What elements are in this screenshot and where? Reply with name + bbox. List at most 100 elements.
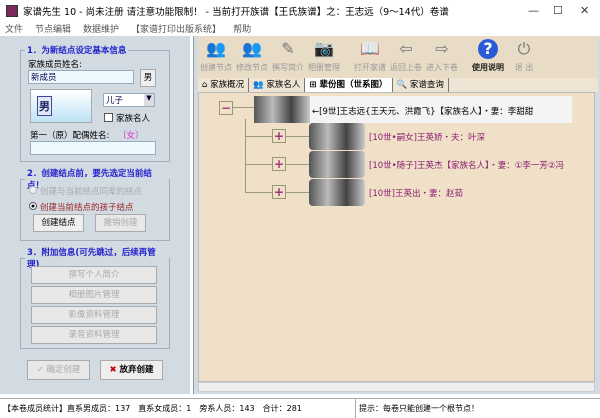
gender-button[interactable]: 男 bbox=[140, 69, 156, 87]
child-radio-label: 创建当前结点的孩子结点 bbox=[40, 203, 134, 213]
member-photo[interactable] bbox=[309, 123, 365, 150]
search-icon: 🔍 bbox=[396, 80, 408, 90]
app-icon bbox=[6, 5, 18, 17]
x-icon: ✖ bbox=[109, 365, 117, 375]
title-bar: 家谱先生 10 - 尚未注册 请注意功能限制！ - 当前打开族谱【王氏族谱】之：… bbox=[0, 0, 600, 22]
tab-3[interactable]: 🔍 家谱查询 bbox=[393, 78, 449, 92]
tab-label: 辈份图（世系图） bbox=[319, 80, 388, 90]
member-photo[interactable] bbox=[309, 151, 365, 178]
toolbar-label: 打开家谱 bbox=[354, 63, 386, 72]
toolbar-label: 返回上卷 bbox=[390, 63, 422, 72]
collapse-button[interactable]: − bbox=[219, 101, 233, 115]
child-node[interactable]: [10世•嗣女]王英娇・夫：叶深 bbox=[369, 131, 485, 143]
arrow-right-icon: ⇨ bbox=[435, 39, 449, 58]
child-node[interactable]: [10世•随子]王英杰【家族名人】・妻：①李一芳②冯 bbox=[369, 159, 564, 171]
people-icon: 👥 bbox=[253, 80, 264, 90]
close-button[interactable]: ✕ bbox=[580, 4, 589, 17]
spouse-input[interactable] bbox=[30, 141, 156, 155]
root-node[interactable]: ←[9世]王志远{王天元、洪霞飞}【家族名人】・妻：李甜甜 bbox=[312, 105, 533, 117]
video-button[interactable]: 影像资料管理 bbox=[31, 306, 157, 324]
audio-button[interactable]: 录音资料管理 bbox=[31, 326, 157, 344]
confirm-create-button[interactable]: ✓ 确定创建 bbox=[27, 360, 90, 380]
expand-button[interactable]: + bbox=[272, 157, 286, 171]
tab-label: 家族名人 bbox=[266, 80, 301, 90]
spouse-gender: 〔女〕 bbox=[118, 131, 144, 141]
member-stats: 【本卷成员统计】直系男成员：137 直系女成员：1 旁系人员：143 合计：28… bbox=[3, 404, 302, 413]
child-radio[interactable] bbox=[29, 202, 37, 210]
status-bar: 【本卷成员统计】直系男成员：137 直系女成员：1 旁系人员：143 合计：28… bbox=[0, 398, 600, 418]
expand-button[interactable]: + bbox=[272, 129, 286, 143]
arrow-left-icon: ⇦ bbox=[399, 39, 413, 58]
check-icon: ✓ bbox=[36, 365, 44, 375]
sibling-radio[interactable] bbox=[29, 186, 37, 194]
group-legend: 1．为新结点设定基本信息 bbox=[27, 46, 127, 56]
toolbar-label: 退 出 bbox=[514, 63, 534, 72]
relation-select[interactable]: 儿子 ▼ bbox=[103, 93, 155, 107]
tab-bar: ⌂ 家族概况 👥 家族名人 ⊞ 辈份图（世系图） 🔍 家谱查询 bbox=[198, 78, 598, 92]
toolbar-button-6[interactable]: ⇨ 进入下卷 bbox=[424, 36, 460, 78]
undo-create-button[interactable]: 撤销创建 bbox=[95, 214, 146, 232]
toolbar-button-5[interactable]: ⇦ 返回上卷 bbox=[388, 36, 424, 78]
menu-node-edit[interactable]: 节点编辑 bbox=[35, 22, 71, 36]
menu-file[interactable]: 文件 bbox=[5, 22, 23, 36]
connector bbox=[245, 119, 246, 193]
famous-checkbox[interactable] bbox=[104, 113, 113, 122]
menu-bar: 文件 节点编辑 数据维护 【家谱打印出版系统】 帮助 bbox=[0, 22, 600, 36]
left-panel: 1．为新结点设定基本信息 家族成员姓名: 新成员 男 男 儿子 ▼ 家族名人 第一… bbox=[0, 36, 190, 394]
tab-2[interactable]: ⊞ 辈份图（世系图） bbox=[305, 78, 393, 92]
toolbar-label: 撰写简介 bbox=[272, 63, 304, 72]
tab-label: 家族概况 bbox=[210, 80, 245, 90]
root-photo[interactable] bbox=[254, 96, 310, 123]
camera-icon: 📷 bbox=[314, 39, 334, 58]
tree-icon: ⊞ bbox=[309, 80, 317, 90]
toolbar-label: 相册管理 bbox=[308, 63, 340, 72]
maximize-button[interactable]: ☐ bbox=[553, 4, 563, 17]
help-icon: ? bbox=[478, 39, 498, 59]
tab-label: 家谱查询 bbox=[409, 80, 444, 90]
toolbar-button-8[interactable]: ⏻ 退 出 bbox=[506, 36, 542, 78]
famous-label: 家族名人 bbox=[116, 114, 151, 124]
expand-button[interactable]: + bbox=[272, 185, 286, 199]
horizontal-scrollbar[interactable] bbox=[198, 382, 595, 392]
toolbar-button-2[interactable]: ✎ 撰写简介 bbox=[270, 36, 306, 78]
toolbar-button-3[interactable]: 📷 相册管理 bbox=[306, 36, 342, 78]
name-label: 家族成员姓名: bbox=[28, 60, 82, 70]
window-title: 家谱先生 10 - 尚未注册 请注意功能限制！ - 当前打开族谱【王氏族谱】之：… bbox=[23, 7, 449, 18]
people-edit-icon: 👥 bbox=[242, 39, 262, 58]
name-input[interactable]: 新成员 bbox=[28, 70, 134, 84]
gender-avatar[interactable]: 男 bbox=[30, 89, 92, 123]
house-icon: ⌂ bbox=[202, 80, 208, 90]
confirm-label: 确定创建 bbox=[46, 365, 81, 375]
menu-data[interactable]: 数据维护 bbox=[83, 22, 119, 36]
album-button[interactable]: 相册图片管理 bbox=[31, 286, 157, 304]
right-panel: 👥 创建节点 👥 修改节点 ✎ 撰写简介 📷 相册管理 📖 打开家谱 ⇦ 返回上卷 ⇨ 进入下卷? 使用说明… bbox=[193, 36, 600, 394]
genealogy-tree: − ←[9世]王志远{王天元、洪霞飞}【家族名人】・妻：李甜甜 + [10世•嗣女… bbox=[198, 92, 595, 382]
tab-0[interactable]: ⌂ 家族概况 bbox=[198, 78, 250, 92]
toolbar-button-4[interactable]: 📖 打开家谱 bbox=[352, 36, 388, 78]
toolbar-button-1[interactable]: 👥 修改节点 bbox=[234, 36, 270, 78]
member-photo[interactable] bbox=[309, 179, 365, 206]
toolbar-label: 使用说明 bbox=[472, 63, 504, 72]
write-bio-button[interactable]: 撰写个人简介 bbox=[31, 266, 157, 284]
abandon-create-button[interactable]: ✖ 放弃创建 bbox=[100, 360, 163, 380]
child-node[interactable]: [10世]王英出・妻：赵茹 bbox=[369, 187, 463, 199]
abandon-label: 放弃创建 bbox=[119, 365, 154, 375]
people-add-icon: 👥 bbox=[206, 39, 226, 58]
book-icon: 📖 bbox=[360, 39, 380, 58]
toolbar-label: 进入下卷 bbox=[426, 63, 458, 72]
pen-icon: ✎ bbox=[281, 39, 295, 58]
menu-help[interactable]: 帮助 bbox=[233, 22, 251, 36]
toolbar: 👥 创建节点 👥 修改节点 ✎ 撰写简介 📷 相册管理 📖 打开家谱 ⇦ 返回上卷 ⇨ 进入下卷? 使用说明… bbox=[198, 36, 598, 78]
toolbar-button-0[interactable]: 👥 创建节点 bbox=[198, 36, 234, 78]
menu-print[interactable]: 【家谱打印出版系统】 bbox=[131, 22, 221, 36]
create-node-button[interactable]: 创建结点 bbox=[33, 214, 84, 232]
toolbar-button-7[interactable]: ? 使用说明 bbox=[470, 36, 506, 78]
sibling-radio-label: 创建与当前结点同辈的结点 bbox=[40, 187, 143, 197]
toolbar-label: 创建节点 bbox=[200, 63, 232, 72]
male-icon: 男 bbox=[37, 96, 52, 116]
relation-value: 儿子 bbox=[106, 96, 124, 106]
spouse-label: 第一（原）配偶姓名: bbox=[30, 131, 110, 141]
minimize-button[interactable]: — bbox=[528, 4, 539, 17]
tab-1[interactable]: 👥 家族名人 bbox=[249, 78, 306, 92]
power-icon: ⏻ bbox=[517, 39, 531, 58]
